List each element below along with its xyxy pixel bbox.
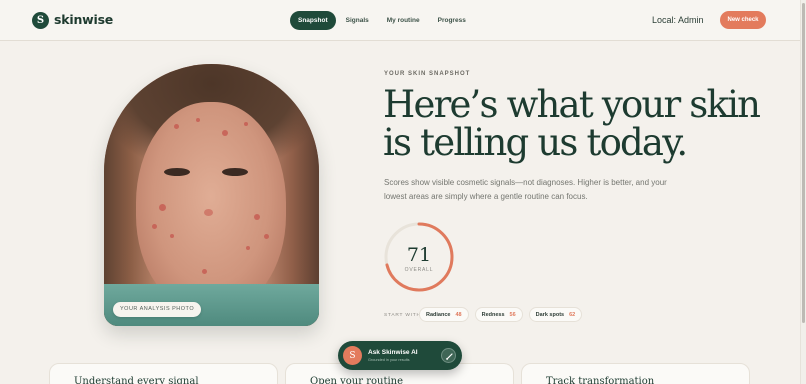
photo-badge: YOUR ANALYSIS PHOTO [113, 302, 202, 317]
assistant-avatar: S [343, 346, 362, 365]
page-headline: Here’s what your skin is telling us toda… [383, 86, 763, 162]
new-check-button[interactable]: New check [720, 11, 766, 29]
chip-score: 48 [455, 311, 462, 318]
overall-score-label: OVERALL [404, 267, 434, 273]
assistant-subtitle: Grounded in your results [368, 358, 410, 362]
assistant-title: Ask Skinwise AI [368, 349, 418, 356]
nav-tab-progress[interactable]: Progress [438, 11, 466, 30]
chip-label: Dark spots [535, 311, 565, 318]
photo-spot [254, 214, 260, 220]
photo-spot [244, 122, 248, 126]
photo-spot [170, 234, 174, 238]
card-title: Open your routine [310, 376, 404, 384]
pencil-icon-svg [445, 353, 453, 361]
photo-spot [204, 209, 213, 216]
chip-label: Redness [481, 311, 505, 318]
top-header: S skinwise Snapshot Signals My routine P… [0, 0, 800, 41]
overall-score-value: 71 [406, 244, 432, 266]
photo-spot [159, 204, 166, 211]
chip-score: 56 [509, 311, 516, 318]
local-user-label: Local: Admin [652, 15, 704, 25]
card-understand-signals[interactable]: Understand every signal [49, 363, 278, 384]
photo-spot [196, 118, 200, 122]
analysis-photo [104, 64, 319, 326]
nav-tab-snapshot[interactable]: Snapshot [290, 11, 336, 30]
snapshot-description: Scores show visible cosmetic signals—not… [384, 176, 694, 203]
photo-spot [222, 130, 228, 136]
focus-chips: Radiance 48 Redness 56 Dark spots 62 [419, 307, 588, 322]
card-title: Understand every signal [74, 376, 199, 384]
photo-spot [264, 234, 269, 239]
brand-name[interactable]: skinwise [54, 12, 113, 27]
start-with-label: START WITH [384, 313, 421, 318]
headline-line-2: is telling us today. [383, 121, 688, 164]
chip-score: 62 [569, 311, 576, 318]
photo-spot [246, 246, 250, 250]
description-line-1: Scores show visible cosmetic signals—not… [384, 178, 667, 187]
description-line-2: lowest areas are simply where a gentle r… [384, 191, 588, 201]
chip-label: Radiance [426, 311, 451, 318]
section-eyebrow: YOUR SKIN SNAPSHOT [384, 71, 471, 77]
photo-spot [152, 224, 157, 229]
nav-tab-my-routine[interactable]: My routine [387, 11, 420, 30]
card-track-transformation[interactable]: Track transformation [521, 363, 750, 384]
photo-right-eye [222, 168, 248, 176]
nav-tab-signals[interactable]: Signals [346, 11, 369, 30]
page-scrollbar[interactable] [800, 0, 806, 384]
ask-skinwise-ai-button[interactable]: S Ask Skinwise AI Grounded in your resul… [338, 341, 462, 370]
photo-spot [202, 269, 207, 274]
chip-dark-spots[interactable]: Dark spots 62 [528, 307, 583, 322]
photo-left-eye [164, 168, 190, 176]
logo-icon[interactable]: S [32, 12, 49, 29]
card-title: Track transformation [546, 376, 655, 384]
headline-line-1: Here’s what your skin [383, 83, 761, 126]
photo-spot [174, 124, 179, 129]
chip-redness[interactable]: Redness 56 [474, 307, 523, 322]
main-nav: Snapshot Signals My routine Progress [290, 11, 484, 30]
pencil-icon[interactable] [441, 348, 456, 363]
scrollbar-thumb[interactable] [802, 3, 805, 323]
chip-radiance[interactable]: Radiance 48 [419, 307, 469, 322]
